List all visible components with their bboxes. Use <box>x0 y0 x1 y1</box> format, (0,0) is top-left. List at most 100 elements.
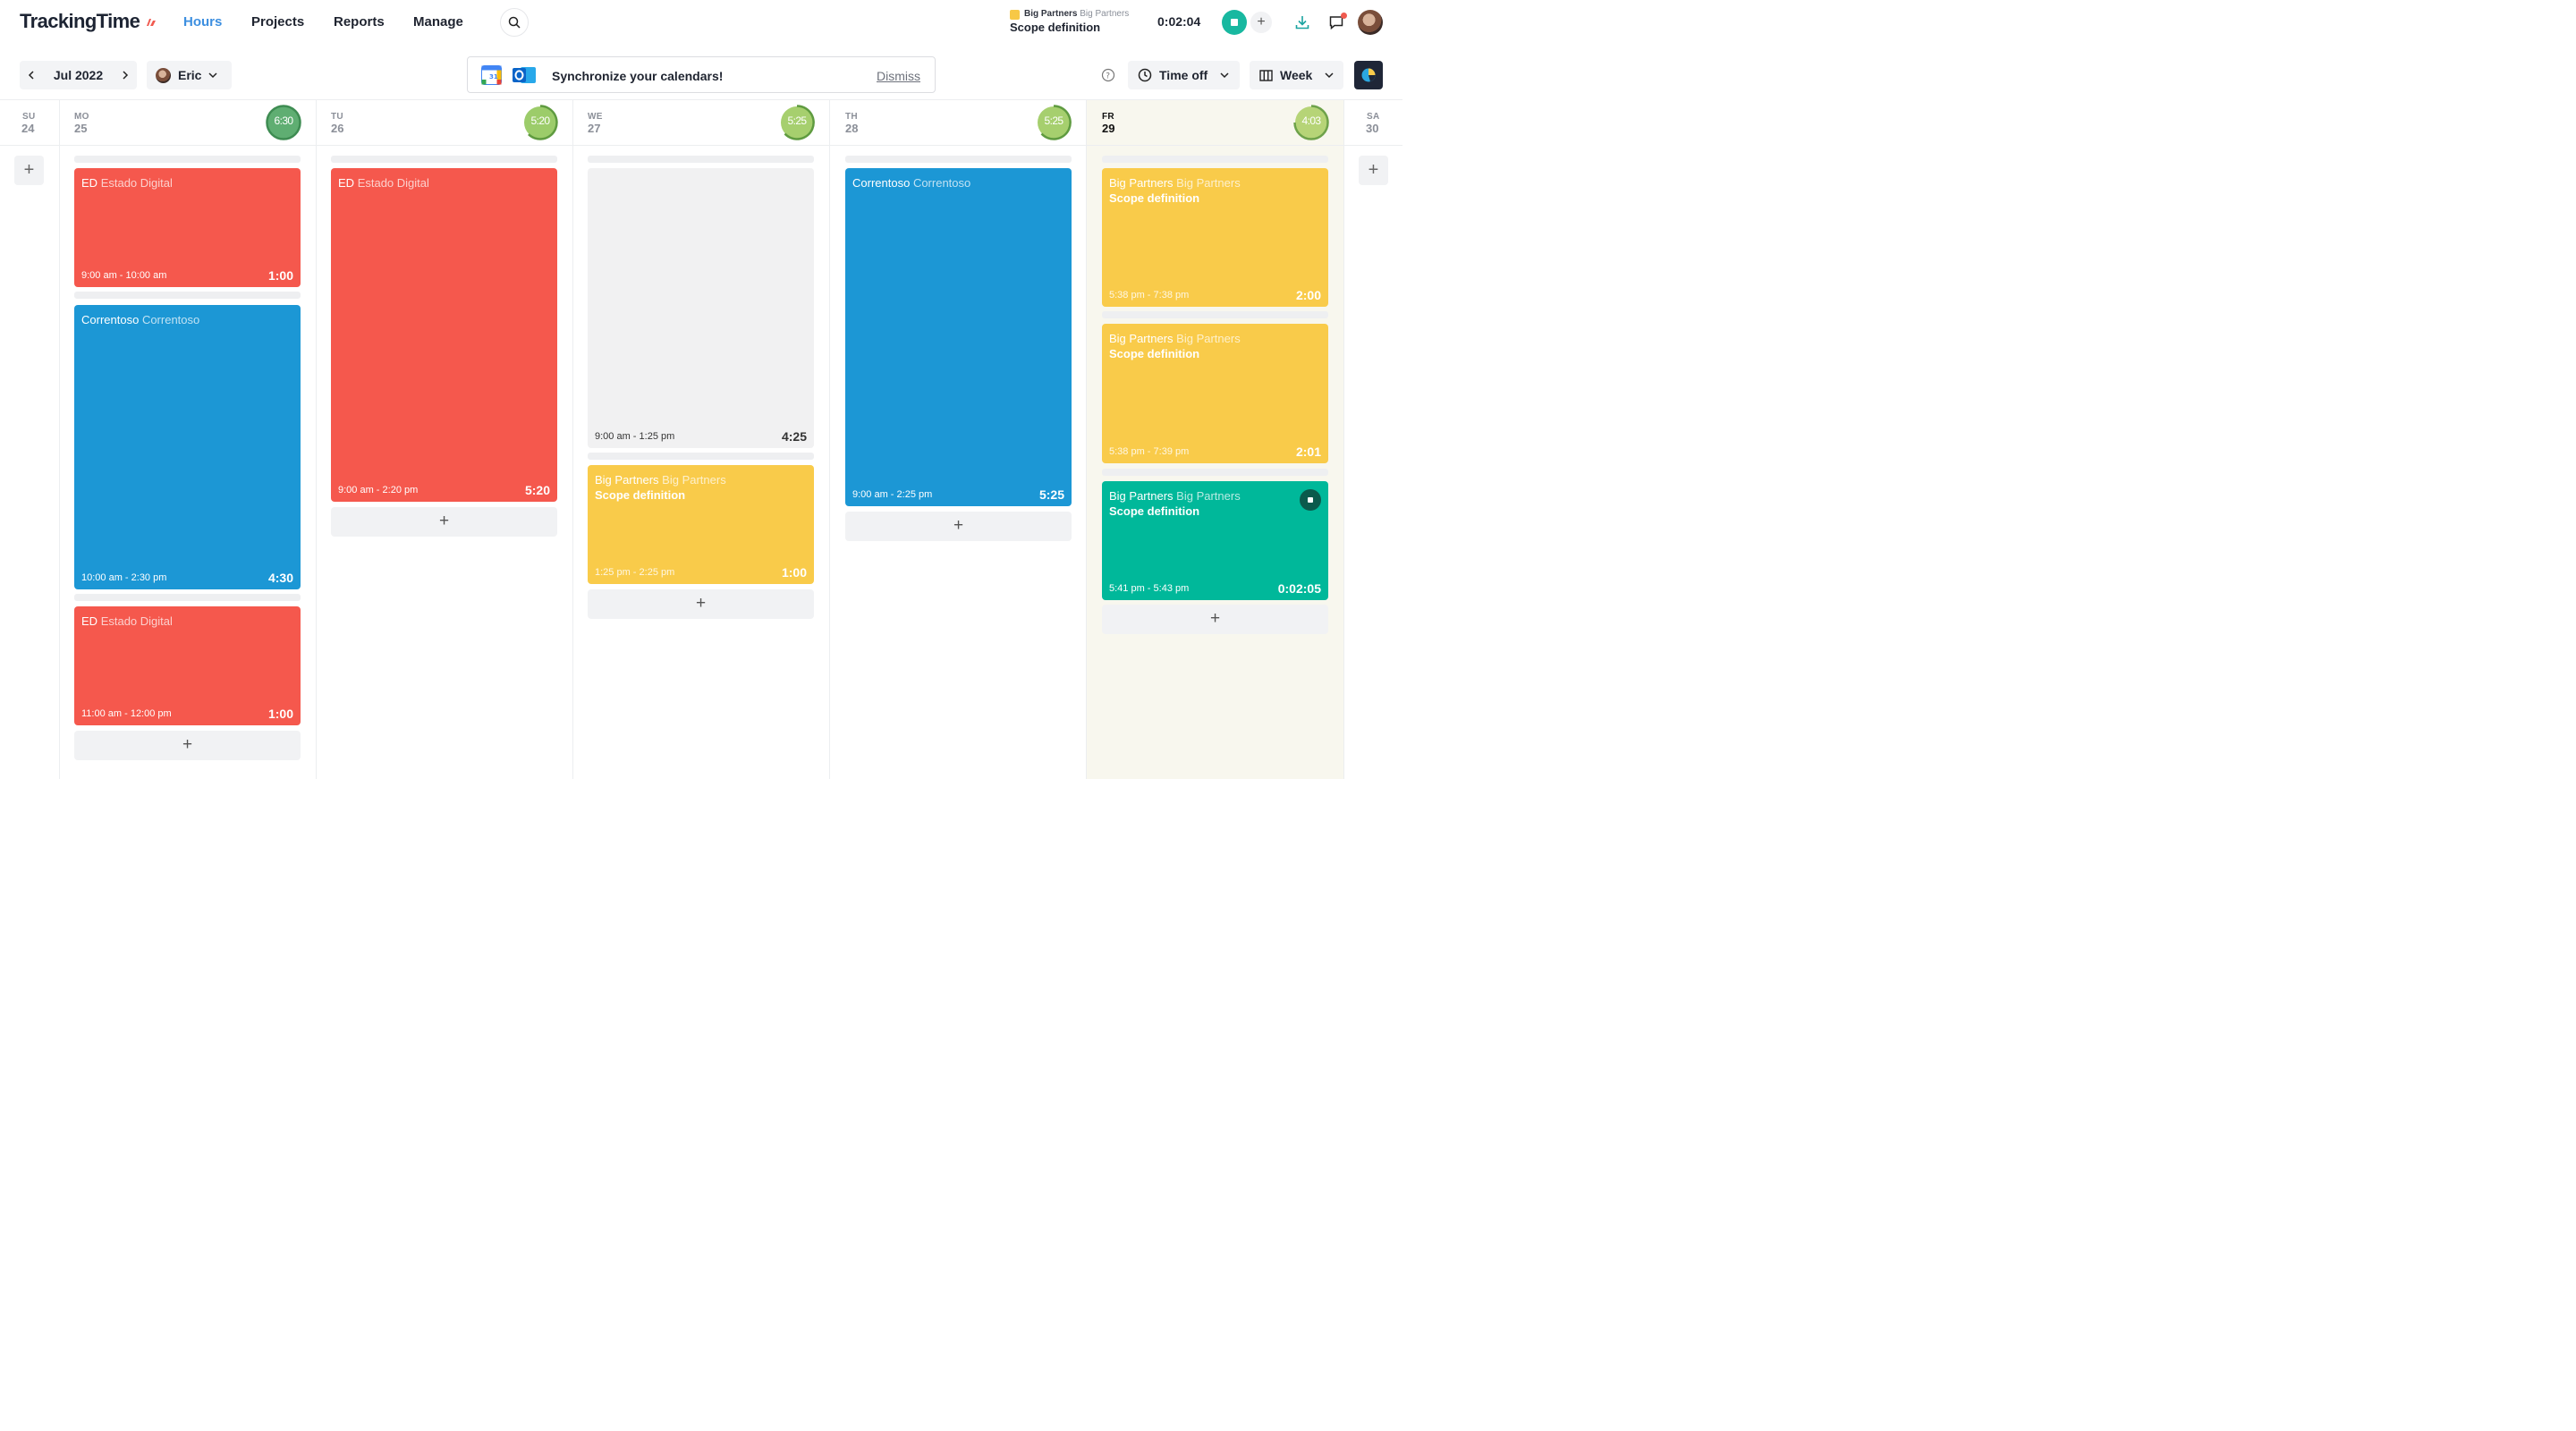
entry-client: Big Partners Big Partners <box>1109 176 1241 190</box>
day-header-sat: SA <box>1367 112 1380 122</box>
day-header-fri: FR <box>1102 112 1114 122</box>
drop-slot[interactable] <box>331 156 557 163</box>
drop-slot[interactable] <box>845 156 1072 163</box>
nav-projects[interactable]: Projects <box>251 14 304 30</box>
nav-manage[interactable]: Manage <box>413 14 463 30</box>
time-entry-card[interactable]: Correntoso Correntoso 9:00 am - 2:25 pm … <box>845 168 1072 506</box>
running-time-entry-card[interactable]: Big Partners Big Partners Scope definiti… <box>1102 481 1328 600</box>
current-project-color-dot <box>1010 10 1020 20</box>
view-label: Week <box>1280 68 1313 82</box>
drop-slot[interactable] <box>74 156 301 163</box>
entry-task: Scope definition <box>1109 504 1200 518</box>
month-label[interactable]: Jul 2022 <box>43 68 114 82</box>
add-entry-thursday-button[interactable]: + <box>845 512 1072 541</box>
entry-time-range: 5:41 pm - 5:43 pm <box>1109 583 1190 594</box>
add-entry-wednesday-button[interactable]: + <box>588 589 814 619</box>
current-timer-client[interactable]: Big Partners Big Partners <box>1024 9 1129 19</box>
prev-month-button[interactable] <box>20 68 43 82</box>
entry-stop-button[interactable] <box>1300 489 1321 511</box>
entry-duration: 1:00 <box>267 707 293 721</box>
google-calendar-icon: 31 <box>481 65 502 85</box>
time-entry-card[interactable]: ED Estado Digital 11:00 am - 12:00 pm 1:… <box>74 606 301 725</box>
entry-duration: 0:02:05 <box>1277 581 1321 596</box>
clock-icon <box>1138 68 1152 82</box>
entry-duration: 1:00 <box>267 268 293 283</box>
add-entry-tuesday-button[interactable]: + <box>331 507 557 537</box>
drop-slot[interactable] <box>74 594 301 601</box>
time-entry-card[interactable]: ED Estado Digital 9:00 am - 2:20 pm 5:20 <box>331 168 557 502</box>
entry-client: Big Partners Big Partners <box>595 473 726 487</box>
entry-time-range: 11:00 am - 12:00 pm <box>81 708 172 719</box>
drop-slot[interactable] <box>1102 156 1328 163</box>
entry-time-range: 9:00 am - 2:25 pm <box>852 489 933 500</box>
user-selector-label: Eric <box>178 68 202 82</box>
drop-slot[interactable] <box>588 453 814 460</box>
download-icon <box>1295 16 1309 30</box>
time-entry-card-untitled[interactable]: 9:00 am - 1:25 pm 4:25 <box>588 168 814 448</box>
time-entry-card[interactable]: Big Partners Big Partners Scope definiti… <box>588 465 814 584</box>
column-divider <box>316 100 317 779</box>
logo-mark-icon <box>147 19 156 26</box>
stop-timer-button[interactable] <box>1222 10 1247 35</box>
daily-total-mon: 6:30 <box>274 114 294 127</box>
current-project-name: Big Partners <box>1080 9 1130 19</box>
chevron-left-icon <box>28 71 34 80</box>
daily-total-fri: 4:03 <box>1301 114 1322 127</box>
messages-button[interactable] <box>1326 12 1347 33</box>
entry-client: Big Partners Big Partners <box>1109 489 1241 503</box>
current-timer-task[interactable]: Scope definition <box>1010 21 1100 34</box>
day-number-tue: 26 <box>331 122 344 135</box>
add-entry-friday-button[interactable]: + <box>1102 605 1328 634</box>
add-entry-monday-button[interactable]: + <box>74 731 301 760</box>
entry-task: Scope definition <box>1109 347 1200 360</box>
entry-duration: 1:00 <box>781 565 807 580</box>
next-month-button[interactable] <box>114 68 137 82</box>
time-entry-card[interactable]: Big Partners Big Partners Scope definiti… <box>1102 168 1328 307</box>
notification-dot <box>1341 13 1347 19</box>
day-header-mon: MO <box>74 112 89 122</box>
stop-icon <box>1308 497 1313 503</box>
view-selector[interactable]: Week <box>1250 61 1343 89</box>
month-selector: Jul 2022 <box>20 61 137 89</box>
entry-duration: 4:30 <box>267 571 293 585</box>
new-timer-button[interactable]: + <box>1250 12 1272 33</box>
drop-slot[interactable] <box>588 156 814 163</box>
add-entry-saturday-button[interactable]: + <box>1359 156 1388 185</box>
time-entry-card[interactable]: Big Partners Big Partners Scope definiti… <box>1102 324 1328 463</box>
entry-duration: 5:20 <box>524 483 550 497</box>
entry-client: Correntoso Correntoso <box>852 176 971 190</box>
column-divider <box>59 100 60 779</box>
download-button[interactable] <box>1292 12 1313 33</box>
chevron-down-icon <box>208 72 217 78</box>
entry-time-range: 1:25 pm - 2:25 pm <box>595 567 675 578</box>
app-logo[interactable]: TrackingTime <box>20 10 140 33</box>
day-number-wed: 27 <box>588 122 601 135</box>
nav-reports[interactable]: Reports <box>334 14 385 30</box>
time-entry-card[interactable]: Correntoso Correntoso 10:00 am - 2:30 pm… <box>74 305 301 589</box>
day-header-tue: TU <box>331 112 343 122</box>
daily-total-wed: 5:25 <box>787 114 808 127</box>
day-header-thu: TH <box>845 112 858 122</box>
column-divider <box>1343 100 1344 779</box>
entry-client: ED Estado Digital <box>338 176 429 190</box>
drop-slot[interactable] <box>1102 469 1328 476</box>
user-mini-avatar <box>156 67 171 83</box>
time-entry-card[interactable]: ED Estado Digital 9:00 am - 10:00 am 1:0… <box>74 168 301 287</box>
help-icon[interactable]: ? <box>1101 68 1115 82</box>
day-header-sun: SU <box>22 112 36 122</box>
entry-client: ED Estado Digital <box>81 614 173 628</box>
reports-shortcut-button[interactable] <box>1354 61 1383 89</box>
stop-icon <box>1231 19 1238 26</box>
user-selector[interactable]: Eric <box>147 61 232 89</box>
add-entry-sunday-button[interactable]: + <box>14 156 44 185</box>
time-off-button[interactable]: Time off <box>1128 61 1240 89</box>
column-divider <box>1086 100 1087 779</box>
chevron-right-icon <box>123 71 129 80</box>
entry-client: ED Estado Digital <box>81 176 173 190</box>
drop-slot[interactable] <box>1102 311 1328 318</box>
user-avatar[interactable] <box>1358 10 1383 35</box>
dismiss-link[interactable]: Dismiss <box>877 69 920 83</box>
search-button[interactable] <box>500 8 529 37</box>
nav-hours[interactable]: Hours <box>183 14 222 30</box>
drop-slot[interactable] <box>74 292 301 299</box>
